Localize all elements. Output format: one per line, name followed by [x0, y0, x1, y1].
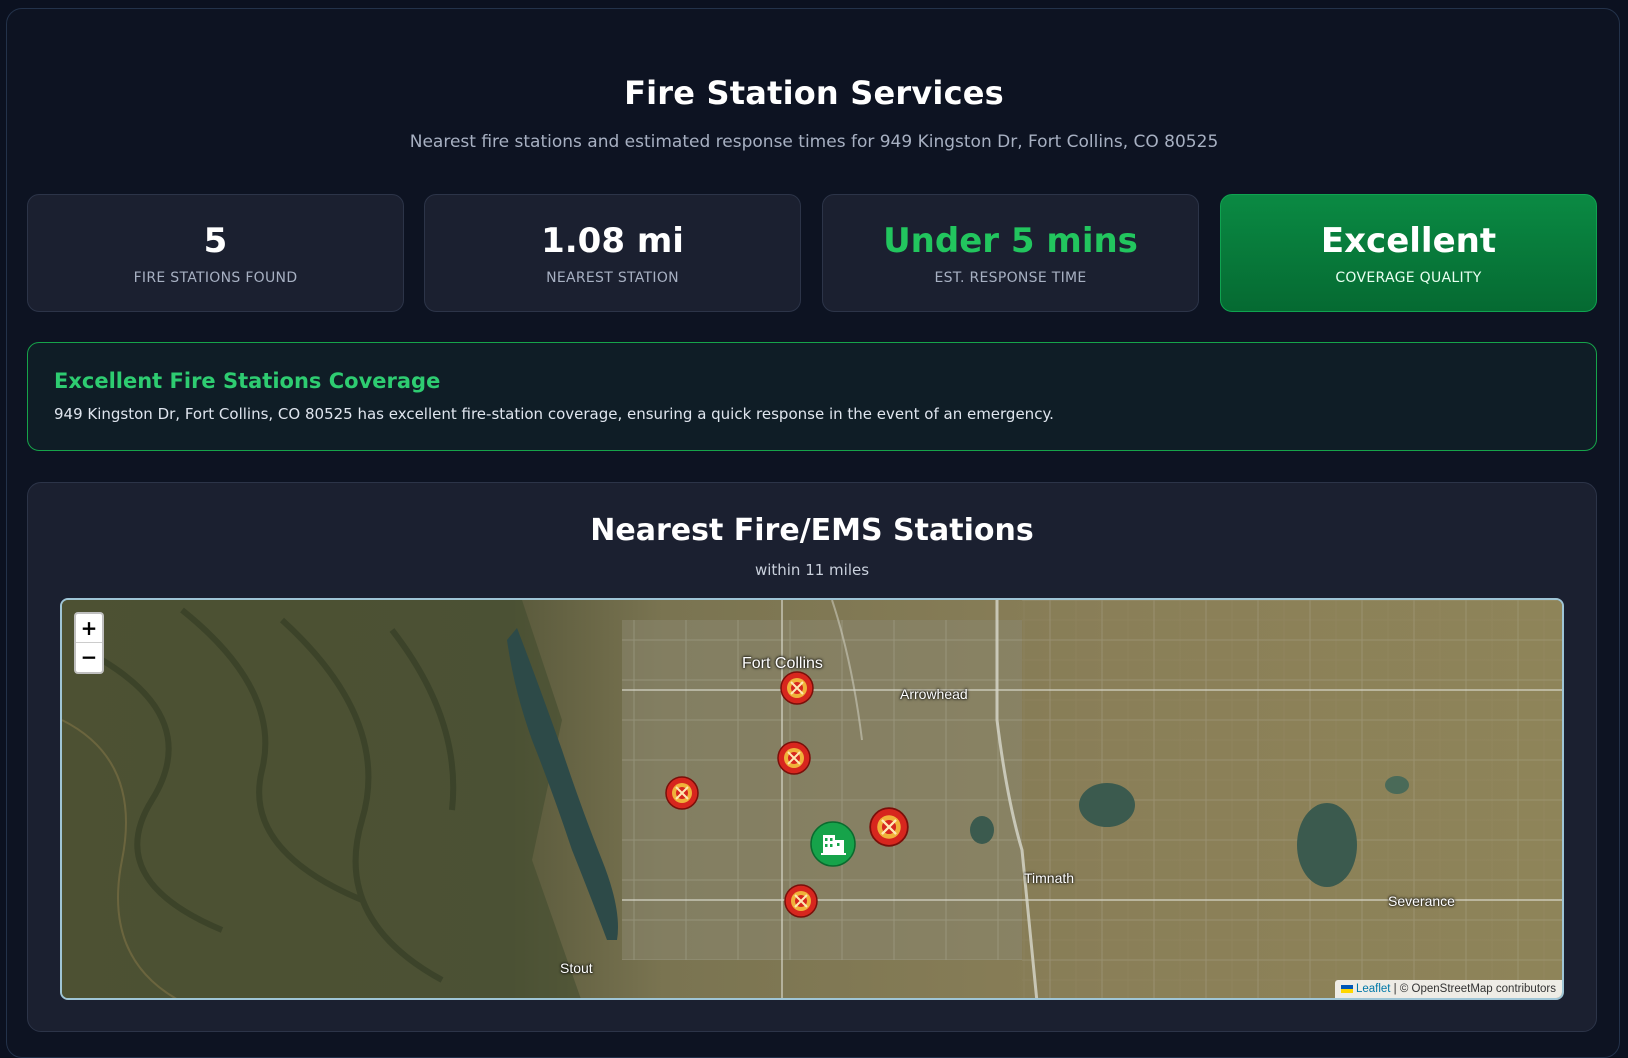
fire-station-marker[interactable]: [665, 776, 699, 810]
fire-station-marker[interactable]: [780, 671, 814, 705]
stat-value: 5: [203, 221, 228, 261]
place-label-stout: Stout: [560, 960, 593, 976]
fire-station-marker[interactable]: [869, 807, 909, 847]
satellite-map[interactable]: + − Fort Collins Arrowhead Timnath Sever…: [60, 598, 1564, 1000]
stats-row: 5 FIRE STATIONS FOUND 1.08 mi NEAREST ST…: [27, 194, 1597, 312]
page-subtitle: Nearest fire stations and estimated resp…: [409, 132, 1219, 152]
address-marker[interactable]: [810, 821, 856, 867]
building-icon: [810, 821, 856, 867]
stat-value: Under 5 mins: [883, 221, 1138, 261]
stat-card-coverage-quality: Excellent COVERAGE QUALITY: [1220, 194, 1597, 312]
stat-card-response-time: Under 5 mins EST. RESPONSE TIME: [822, 194, 1199, 312]
stat-label: NEAREST STATION: [546, 270, 679, 286]
zoom-control: + −: [74, 612, 104, 674]
ukraine-flag-icon: [1340, 985, 1353, 993]
stat-value: Excellent: [1320, 221, 1497, 261]
attribution-text: | © OpenStreetMap contributors: [1393, 983, 1556, 995]
map-attribution: Leaflet | © OpenStreetMap contributors: [1334, 980, 1562, 998]
fire-station-marker[interactable]: [784, 884, 818, 918]
stat-card-nearest-station: 1.08 mi NEAREST STATION: [424, 194, 801, 312]
stat-value: 1.08 mi: [541, 221, 684, 261]
zoom-in-button[interactable]: +: [76, 614, 102, 643]
stat-label: EST. RESPONSE TIME: [934, 270, 1087, 286]
leaflet-link[interactable]: Leaflet: [1356, 983, 1391, 995]
fire-station-marker[interactable]: [777, 741, 811, 775]
place-label-severance: Severance: [1388, 893, 1455, 909]
map-title: Nearest Fire/EMS Stations: [590, 513, 1034, 548]
fire-station-icon: [784, 884, 818, 918]
map-subtitle: within 11 miles: [754, 561, 870, 579]
fire-station-icon: [777, 741, 811, 775]
page-title: Fire Station Services: [624, 74, 1004, 112]
stat-card-stations-found: 5 FIRE STATIONS FOUND: [27, 194, 404, 312]
stat-label: COVERAGE QUALITY: [1335, 270, 1482, 286]
fire-station-icon: [780, 671, 814, 705]
fire-station-icon: [869, 807, 909, 847]
coverage-title: Excellent Fire Stations Coverage: [54, 369, 441, 393]
fire-station-icon: [665, 776, 699, 810]
place-label-arrowhead: Arrowhead: [900, 686, 968, 702]
stat-label: FIRE STATIONS FOUND: [133, 270, 298, 286]
coverage-banner: Excellent Fire Stations Coverage 949 Kin…: [27, 342, 1597, 451]
place-label-timnath: Timnath: [1024, 870, 1075, 886]
map-panel: Nearest Fire/EMS Stations within 11 mile…: [27, 482, 1597, 1032]
zoom-out-button[interactable]: −: [76, 643, 102, 672]
coverage-description: 949 Kingston Dr, Fort Collins, CO 80525 …: [54, 405, 1054, 423]
